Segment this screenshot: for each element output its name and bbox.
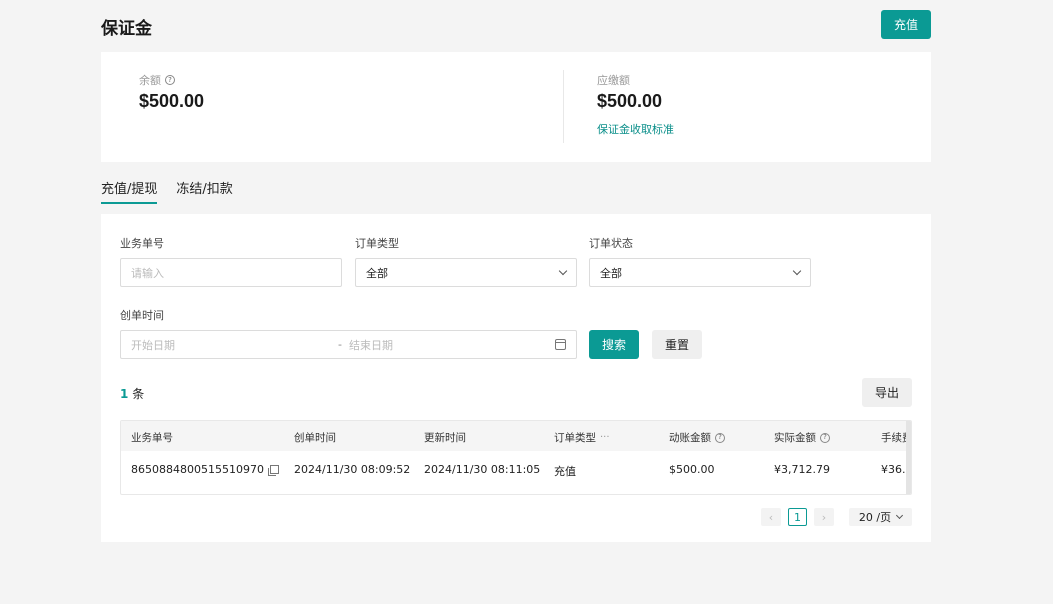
export-button[interactable]: 导出 [862,378,912,407]
main-card: 业务单号 请输入 订单类型 全部 订单状态 全部 创单时间 开始日期 - 结束日… [101,214,931,542]
payable-block: 应缴额 $500.00 保证金收取标准 [597,72,674,137]
column-header-created: 创单时间 [294,432,336,444]
payable-label: 应缴额 [597,74,630,87]
summary-divider [563,70,564,143]
balance-label: 余额 [139,74,161,87]
column-header-amount: 动账金额 ? [669,430,725,445]
help-icon[interactable]: ? [715,432,725,443]
result-count: 1 条 [120,385,144,402]
order-no-label: 业务单号 [120,237,164,250]
balance-label-row: 余额 ? [139,72,204,88]
chevron-down-icon [792,266,802,275]
tab-bar: 充值/提现 冻结/扣款 [101,178,233,204]
table-header: 业务单号 创单时间 更新时间 订单类型 ··· 动账金额 ? 实际金额 ? 手续… [121,421,911,451]
horizontal-scrollbar[interactable] [906,421,911,494]
column-header-updated: 更新时间 [424,432,466,444]
tab-freeze-deduct[interactable]: 冻结/扣款 [176,178,232,204]
order-status-select[interactable]: 全部 [589,258,811,287]
result-count-number: 1 [120,387,129,401]
help-icon[interactable]: ? [165,75,175,85]
order-type-value: 全部 [366,266,388,280]
column-header-order-no: 业务单号 [131,432,173,444]
order-type-label: 订单类型 [355,237,399,250]
recharge-button[interactable]: 充值 [881,10,931,39]
chevron-down-icon [558,266,568,275]
page-size-value: 20 /页 [858,511,892,524]
order-type-select[interactable]: 全部 [355,258,577,287]
start-date-input[interactable]: 开始日期 [131,337,175,353]
cell-actual: ¥3,712.79 [774,463,830,476]
cell-type: 充值 [554,465,576,478]
cell-amount: $500.00 [669,463,715,476]
payable-value: $500.00 [597,91,663,111]
cell-order-no: 8650884800515510970 [131,463,279,476]
tab-recharge-withdraw[interactable]: 充值/提现 [101,178,158,204]
records-table: 业务单号 创单时间 更新时间 订单类型 ··· 动账金额 ? 实际金额 ? 手续… [120,420,912,495]
created-time-label: 创单时间 [120,309,164,322]
balance-value: $500.00 [139,91,205,111]
help-icon[interactable]: ? [820,432,830,443]
end-date-input[interactable]: 结束日期 [349,337,393,353]
date-range-picker[interactable]: 开始日期 - 结束日期 [120,330,577,359]
filter-icon[interactable]: ··· [600,432,610,443]
calendar-icon [555,339,566,350]
order-status-label: 订单状态 [589,237,633,250]
column-header-actual: 实际金额 ? [774,430,830,445]
order-no-input[interactable]: 请输入 [120,258,342,287]
page-size-select[interactable]: 20 /页 [849,508,912,526]
reset-button[interactable]: 重置 [652,330,702,359]
chevron-down-icon [896,511,904,520]
summary-card: 余额 ? $500.00 应缴额 $500.00 保证金收取标准 [101,52,931,162]
deposit-standard-link[interactable]: 保证金收取标准 [597,121,674,137]
copy-icon[interactable] [267,465,279,476]
date-range-separator: - [338,338,342,351]
page-number-current[interactable]: 1 [788,508,807,526]
next-page-button[interactable]: › [814,508,834,526]
balance-block: 余额 ? $500.00 [139,72,204,112]
column-header-type[interactable]: 订单类型 ··· [554,430,610,445]
order-status-value: 全部 [600,266,622,280]
cell-created: 2024/11/30 08:09:52 [294,463,411,476]
cell-updated: 2024/11/30 08:11:05 [424,463,541,476]
prev-page-button[interactable]: ‹ [761,508,781,526]
result-count-unit: 条 [132,387,145,401]
page-title: 保证金 [101,19,152,39]
search-button[interactable]: 搜索 [589,330,639,359]
